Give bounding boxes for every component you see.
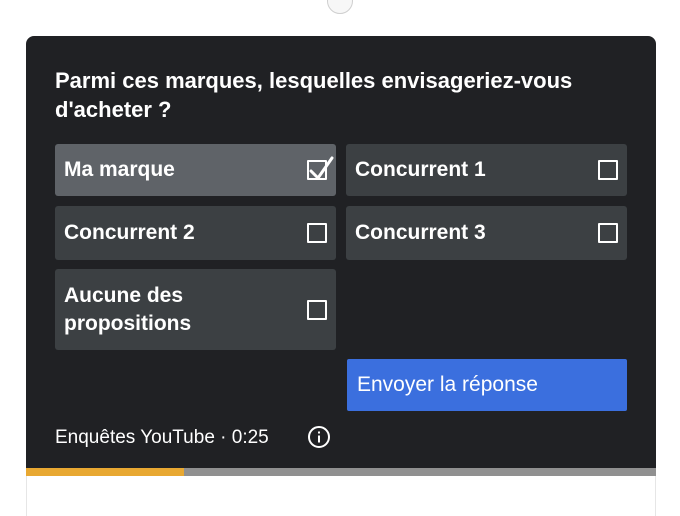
- option-label: Concurrent 3: [355, 221, 486, 244]
- option-concurrent-1[interactable]: Concurrent 1: [346, 144, 627, 196]
- option-aucune[interactable]: Aucune des propositions: [55, 269, 336, 350]
- checkbox-icon[interactable]: [307, 299, 327, 320]
- option-label: Concurrent 2: [64, 221, 195, 244]
- survey-progress-fill: [26, 468, 184, 476]
- option-concurrent-3[interactable]: Concurrent 3: [346, 206, 627, 260]
- option-label: Aucune des propositions: [64, 283, 192, 335]
- option-concurrent-2[interactable]: Concurrent 2: [55, 206, 336, 260]
- checkmark-icon: [309, 156, 334, 180]
- checkbox-icon[interactable]: [598, 160, 618, 180]
- survey-progress-bar: [26, 468, 656, 476]
- info-icon[interactable]: [307, 425, 331, 449]
- checkbox-icon[interactable]: [598, 223, 618, 243]
- top-handle: [327, 0, 353, 14]
- checkbox-icon[interactable]: [307, 223, 327, 243]
- checkbox-checked-icon[interactable]: [307, 156, 334, 180]
- option-ma-marque[interactable]: Ma marque: [55, 144, 336, 196]
- survey-card: Parmi ces marques, lesquelles envisageri…: [26, 36, 656, 476]
- survey-question: Parmi ces marques, lesquelles envisageri…: [55, 68, 573, 122]
- submit-button[interactable]: Envoyer la réponse: [347, 359, 627, 411]
- survey-footer: Enquêtes YouTube · 0:25: [55, 427, 269, 448]
- option-label: Ma marque: [64, 158, 175, 181]
- option-label: Concurrent 1: [355, 158, 486, 181]
- below-card-area: [26, 476, 656, 516]
